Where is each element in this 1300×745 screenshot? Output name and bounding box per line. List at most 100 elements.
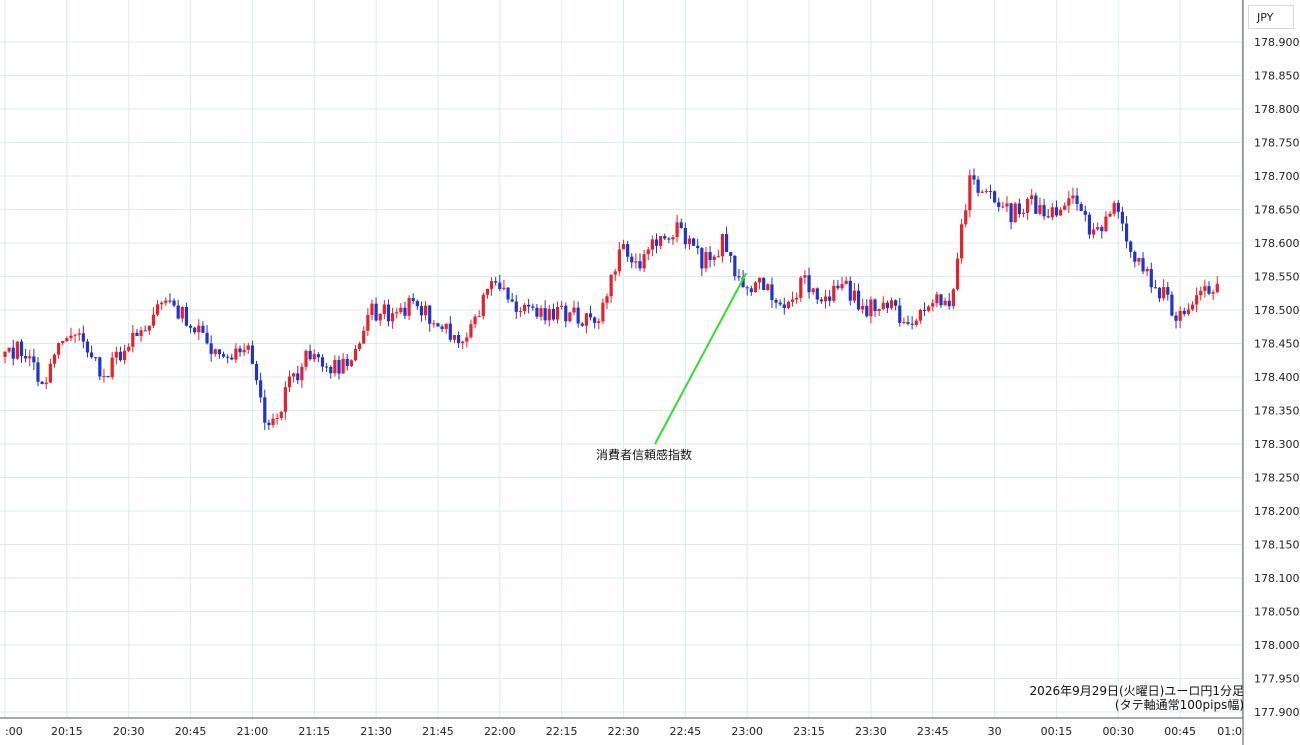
- price-tick-label: 178.300: [1254, 438, 1300, 451]
- candle-down: [118, 351, 123, 361]
- candles: [3, 168, 1219, 431]
- time-tick-label: 23:00: [731, 725, 763, 738]
- candle-down: [828, 296, 832, 301]
- candle-up: [716, 256, 720, 258]
- candle-up: [234, 348, 238, 360]
- candle-up: [877, 309, 881, 312]
- candle-down: [254, 363, 259, 381]
- price-tick-label: 178.350: [1254, 405, 1300, 418]
- candle-up: [1186, 309, 1190, 315]
- candle-down: [819, 299, 824, 302]
- candle-down: [679, 222, 683, 228]
- candle-down: [320, 357, 325, 367]
- candle-up: [407, 298, 411, 316]
- candle-down: [1042, 205, 1046, 217]
- candle-down: [527, 304, 531, 307]
- candle-up: [65, 338, 69, 342]
- candle-up: [840, 284, 844, 289]
- time-tick-label: 01:0: [1217, 725, 1242, 738]
- candle-down: [588, 313, 593, 318]
- candle-up: [3, 351, 7, 357]
- price-tick-label: 178.000: [1254, 639, 1300, 652]
- candle-up: [646, 249, 650, 255]
- candle-down: [209, 343, 213, 354]
- candle-up: [341, 358, 345, 374]
- candle-up: [555, 306, 560, 320]
- candle-up: [786, 301, 791, 309]
- candle-up: [704, 252, 708, 269]
- candle-up: [1211, 292, 1215, 294]
- price-tick-label: 178.600: [1254, 237, 1300, 250]
- candle-up: [1030, 195, 1034, 200]
- candle-up: [844, 280, 848, 285]
- candle-up: [1096, 227, 1100, 230]
- price-tick-label: 178.550: [1254, 271, 1300, 284]
- price-tick-label: 177.950: [1254, 673, 1300, 686]
- annotation-leader-line: [654, 272, 748, 445]
- candle-down: [329, 366, 333, 374]
- candle-up: [28, 356, 32, 359]
- candle-down: [745, 287, 749, 289]
- candle-up: [609, 274, 613, 297]
- candle-down: [1054, 207, 1059, 216]
- currency-unit-label[interactable]: JPY: [1248, 5, 1294, 29]
- candle-down: [737, 276, 741, 278]
- candle-up: [757, 277, 762, 283]
- price-tick-label: 178.750: [1254, 137, 1300, 150]
- candle-up: [485, 288, 490, 295]
- candle-up: [390, 313, 395, 322]
- candle-down: [667, 238, 671, 240]
- candle-down: [910, 323, 914, 325]
- candle-down: [440, 326, 444, 329]
- candle-down: [691, 238, 696, 246]
- candle-up: [370, 303, 374, 316]
- candle-up: [432, 323, 436, 325]
- candle-up: [164, 300, 168, 303]
- candle-up: [423, 305, 428, 316]
- candle-up: [358, 343, 362, 350]
- candle-down: [221, 354, 226, 357]
- candle-up: [160, 302, 164, 305]
- candle-up: [522, 304, 527, 312]
- candle-up: [1162, 287, 1166, 299]
- candle-up: [151, 314, 156, 326]
- candle-down: [226, 356, 230, 358]
- candle-up: [122, 350, 127, 361]
- candle-down: [696, 245, 700, 249]
- candle-down: [143, 330, 147, 332]
- candle-up: [333, 359, 337, 374]
- candle-down: [36, 362, 40, 382]
- candle-down: [201, 325, 205, 333]
- candle-down: [898, 305, 902, 323]
- candle-down: [873, 299, 877, 312]
- candle-up: [114, 351, 118, 358]
- candle-up: [52, 354, 57, 364]
- time-tick-label: 22:30: [608, 725, 640, 738]
- candle-up: [1091, 229, 1096, 235]
- candle-down: [1087, 214, 1092, 235]
- candle-up: [1021, 212, 1026, 214]
- candle-down: [506, 287, 510, 300]
- candle-down: [551, 308, 556, 320]
- candle-up: [980, 191, 984, 193]
- candle-down: [1133, 251, 1137, 262]
- time-tick-label: 20:45: [175, 725, 207, 738]
- candle-up: [984, 191, 988, 193]
- candle-down: [906, 322, 910, 324]
- candle-up: [568, 312, 572, 322]
- candle-up: [15, 341, 19, 359]
- candle-up: [61, 341, 65, 344]
- time-tick-label: 20:15: [51, 725, 83, 738]
- candle-down: [1083, 211, 1087, 215]
- time-tick-label: 00:30: [1102, 725, 1134, 738]
- candle-down: [230, 357, 234, 360]
- candle-down: [1034, 195, 1038, 214]
- candle-down: [510, 299, 514, 302]
- candle-down: [514, 301, 518, 312]
- candle-down: [11, 347, 15, 359]
- candle-up: [1058, 209, 1063, 216]
- time-tick-label: 21:30: [360, 725, 392, 738]
- candle-up: [642, 254, 646, 269]
- candle-up: [300, 366, 304, 381]
- candle-up: [461, 341, 465, 344]
